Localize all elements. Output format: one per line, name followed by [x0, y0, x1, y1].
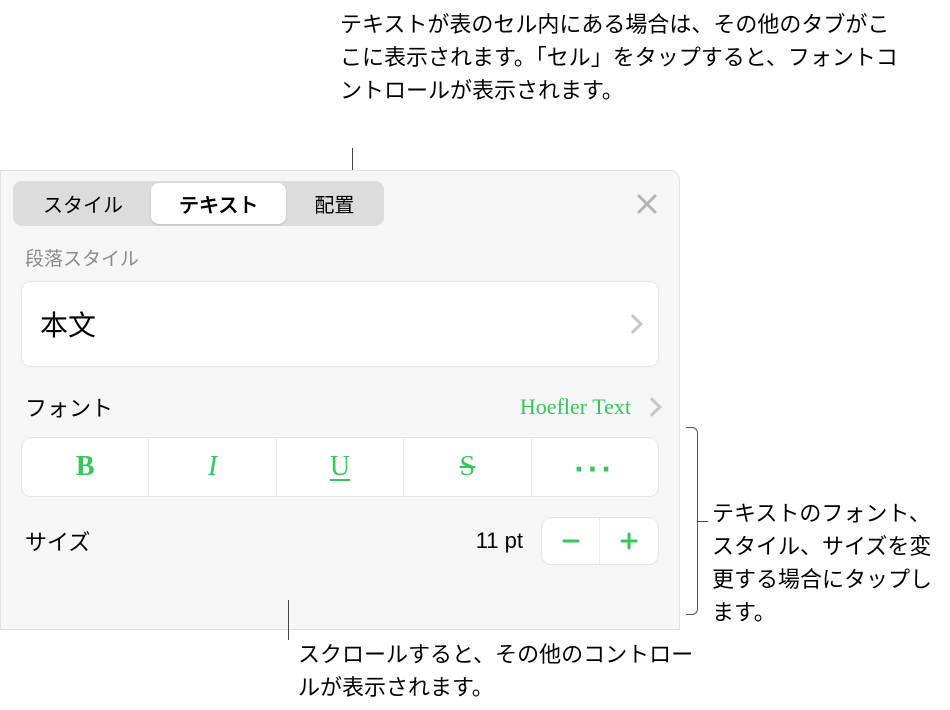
font-value: Hoefler Text	[520, 394, 631, 420]
more-button[interactable]: ···	[532, 438, 658, 496]
underline-button[interactable]: U	[277, 438, 404, 496]
pointer-line	[698, 521, 708, 522]
text-format-panel: スタイル テキスト 配置 段落スタイル 本文 フォント Hoefler Text…	[0, 170, 680, 630]
tab-style[interactable]: スタイル	[15, 183, 151, 224]
plus-icon	[620, 532, 638, 550]
bracket-right	[686, 427, 698, 615]
panel-top: スタイル テキスト 配置	[1, 171, 679, 226]
size-row: サイズ 11 pt	[1, 497, 679, 565]
paragraph-style-label: 段落スタイル	[1, 226, 679, 281]
annotation-scroll: スクロールすると、その他のコントロールが表示されます。	[298, 638, 698, 704]
style-buttons: B I U S ···	[21, 437, 659, 497]
close-button[interactable]	[627, 184, 667, 224]
size-label: サイズ	[25, 525, 90, 557]
pointer-line	[288, 600, 289, 640]
font-label: フォント	[25, 391, 113, 423]
paragraph-style-value: 本文	[40, 304, 96, 344]
tab-text[interactable]: テキスト	[151, 183, 286, 224]
close-icon	[636, 193, 658, 215]
size-decrease-button[interactable]	[542, 518, 600, 564]
size-stepper	[541, 517, 659, 565]
size-value: 11 pt	[476, 528, 523, 554]
tab-arrange[interactable]: 配置	[286, 183, 382, 224]
paragraph-style-row[interactable]: 本文	[21, 281, 659, 367]
tabs: スタイル テキスト 配置	[13, 181, 384, 226]
annotation-tabs: テキストが表のセル内にある場合は、その他のタブがここに表示されます。「セル」をタ…	[340, 8, 910, 107]
strikethrough-button[interactable]: S	[404, 438, 531, 496]
chevron-right-icon	[623, 314, 643, 334]
font-row[interactable]: フォント Hoefler Text	[1, 367, 679, 437]
size-increase-button[interactable]	[600, 518, 658, 564]
bold-button[interactable]: B	[22, 438, 149, 496]
minus-icon	[562, 532, 580, 550]
italic-button[interactable]: I	[149, 438, 276, 496]
chevron-right-icon	[642, 397, 662, 417]
annotation-font-controls: テキストのフォント、スタイル、サイズを変更する場合にタップします。	[712, 497, 942, 629]
